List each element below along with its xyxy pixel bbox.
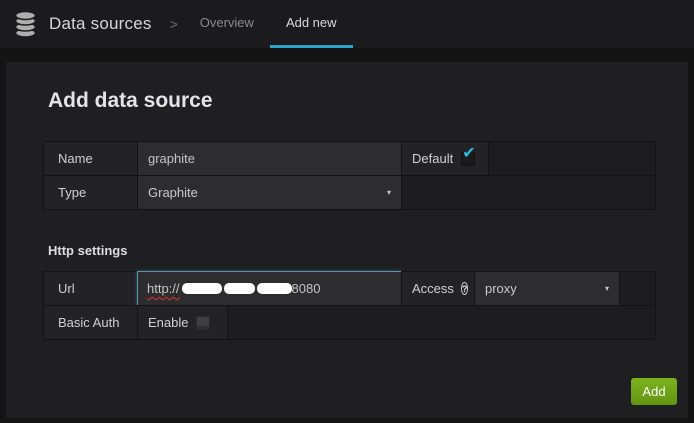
http-settings-heading: Http settings	[48, 243, 128, 258]
basic-auth-checkbox[interactable]	[196, 315, 211, 330]
basic-auth-label: Basic Auth	[43, 305, 138, 340]
name-row: Name Default ✔	[43, 141, 656, 176]
access-cell: Access ?	[401, 271, 475, 306]
row-filler	[619, 271, 656, 306]
name-label: Name	[43, 141, 138, 176]
access-select-value: proxy	[485, 281, 517, 296]
app-logo[interactable]	[0, 0, 49, 48]
type-select[interactable]: Graphite ▾	[137, 175, 402, 210]
datasource-basic-form: Name Default ✔ Type Graphite ▾	[43, 141, 656, 210]
enable-label: Enable	[148, 315, 189, 330]
name-input-cell	[137, 141, 402, 176]
redacted-url-segment	[223, 283, 255, 294]
breadcrumb: Overview Add new	[184, 0, 353, 48]
default-checkbox[interactable]: ✔	[461, 145, 476, 166]
add-data-source-panel: Add data source Name Default ✔ Type Grap…	[6, 62, 688, 418]
type-select-value: Graphite	[148, 185, 198, 200]
default-label: Default	[412, 151, 454, 166]
add-button[interactable]: Add	[631, 378, 677, 405]
url-input[interactable]: http:// 8080	[137, 271, 402, 306]
chevron-down-icon: ▾	[386, 188, 391, 197]
default-cell: Default ✔	[401, 141, 489, 176]
row-filler	[227, 305, 656, 340]
page-title: Add data source	[48, 89, 213, 112]
basic-auth-row: Basic Auth Enable	[43, 305, 656, 340]
top-header-bar: Data sources > Overview Add new	[0, 0, 694, 48]
check-icon: ✔	[462, 144, 476, 162]
basic-auth-enable-cell: Enable	[137, 305, 228, 340]
tab-overview[interactable]: Overview	[184, 0, 270, 48]
database-icon	[14, 10, 37, 38]
type-row: Type Graphite ▾	[43, 175, 656, 210]
redacted-url-segment	[256, 283, 292, 294]
breadcrumb-separator: >	[169, 16, 178, 32]
access-label: Access	[412, 281, 454, 296]
http-settings-form: Url http:// 8080 Access ? proxy ▾ Basic A…	[43, 271, 656, 340]
redacted-url-segment	[181, 283, 222, 294]
row-filler	[488, 141, 656, 176]
url-prefix-text: http://	[147, 281, 180, 296]
type-label: Type	[43, 175, 138, 210]
name-input[interactable]	[138, 142, 401, 175]
url-row: Url http:// 8080 Access ? proxy ▾	[43, 271, 656, 306]
breadcrumb-title[interactable]: Data sources	[49, 0, 164, 48]
help-icon[interactable]: ?	[460, 282, 469, 295]
access-select[interactable]: proxy ▾	[474, 271, 620, 306]
url-suffix-text: 8080	[291, 281, 321, 296]
url-label: Url	[43, 271, 138, 306]
tab-add-new[interactable]: Add new	[269, 0, 353, 48]
row-filler	[401, 175, 656, 210]
chevron-down-icon: ▾	[604, 284, 609, 293]
